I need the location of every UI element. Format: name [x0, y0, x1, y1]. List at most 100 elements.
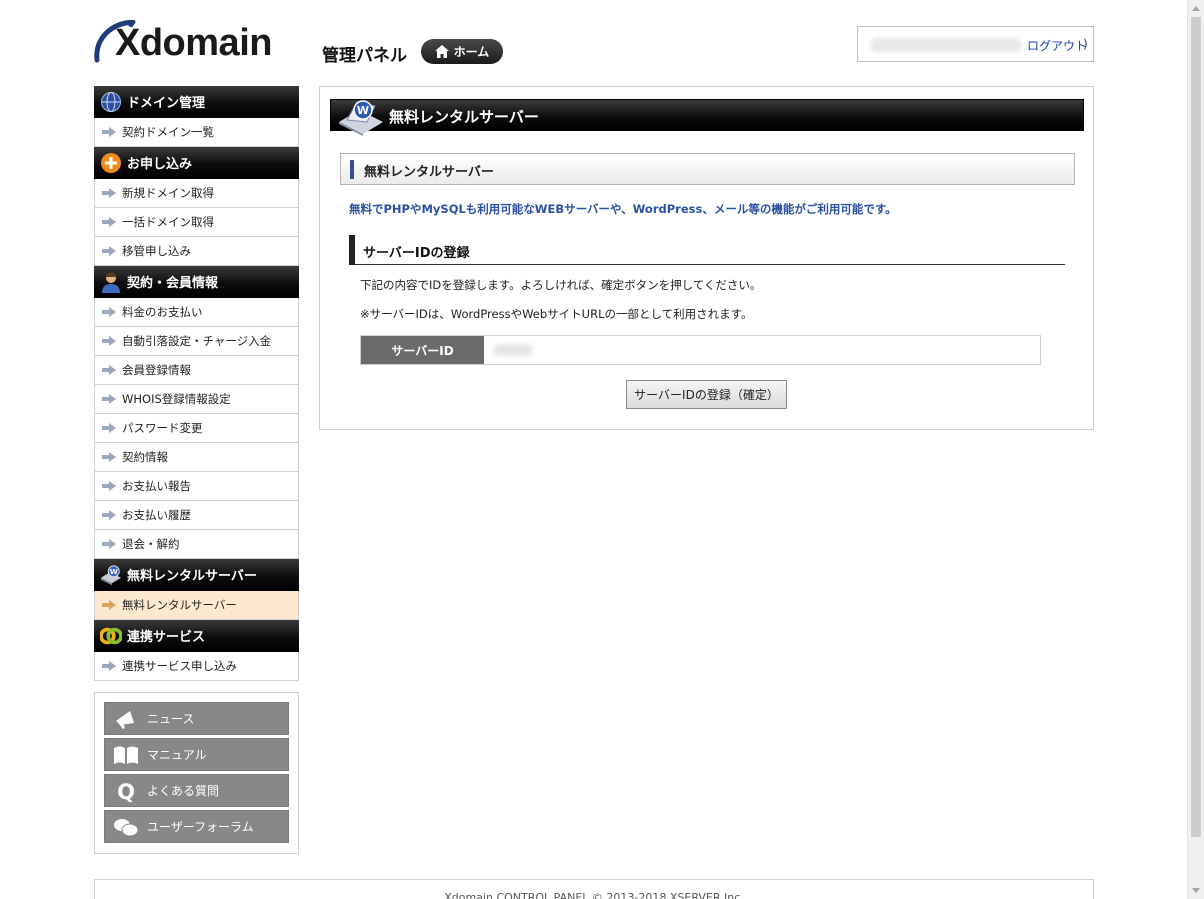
scroll-down-icon[interactable] [1192, 888, 1200, 893]
manual-button[interactable]: マニュアル [104, 738, 289, 771]
arrow-right-icon [102, 127, 116, 137]
chat-bubbles-icon [113, 815, 139, 839]
server-id-label: サーバーID [361, 336, 484, 364]
server-id-value-redacted [493, 344, 533, 356]
logo-text: Xdomain [115, 22, 272, 64]
user-email-redacted [870, 38, 1022, 52]
section-title-text: サーバーIDの登録 [363, 246, 470, 261]
user-info-box: ログアウト ) [857, 26, 1094, 62]
arrow-right-icon [102, 246, 116, 256]
arrow-right-icon [102, 510, 116, 520]
sidebar-item-label: お支払い履歴 [122, 508, 191, 522]
arrow-right-icon [102, 661, 116, 671]
book-icon [113, 743, 139, 767]
sidebar-item-payment-report[interactable]: お支払い報告 [94, 472, 299, 501]
section-title: サーバーIDの登録 [349, 235, 1065, 265]
news-label: ニュース [147, 712, 195, 726]
home-button[interactable]: ホーム [421, 39, 503, 64]
arrow-right-icon [102, 423, 116, 433]
footer: Xdomain CONTROL PANEL © 2013-2018 XSERVE… [94, 879, 1094, 899]
sidebar-item-label: 自動引落設定・チャージ入金 [122, 334, 272, 348]
arrow-right-icon [102, 365, 116, 375]
sidebar-item-label: 契約情報 [122, 450, 168, 464]
manual-label: マニュアル [147, 748, 207, 762]
sidebar-section-domain: ドメイン管理 [94, 86, 299, 118]
logout-suffix: ) [1083, 37, 1088, 51]
sidebar-item-label: 会員登録情報 [122, 363, 191, 377]
home-icon [434, 45, 449, 58]
help-links-box: ニュース マニュアル Q よくある質問 ユーザーフォーラム [94, 692, 299, 854]
main-header-title: 無料レンタルサーバー [389, 108, 539, 126]
arrow-right-icon [102, 481, 116, 491]
section-title: ドメイン管理 [127, 96, 206, 111]
user-icon [100, 271, 122, 293]
sidebar-item-label: お支払い報告 [122, 479, 191, 493]
server-icon: W [100, 564, 122, 586]
faq-button[interactable]: Q よくある質問 [104, 774, 289, 807]
sidebar-item-payment-history[interactable]: お支払い履歴 [94, 501, 299, 530]
section-title: お申し込み [127, 157, 193, 172]
sidebar-item-label: 移管申し込み [122, 244, 191, 258]
arrow-right-icon [102, 394, 116, 404]
service-description: 無料でPHPやMySQLも利用可能なWEBサーバーや、WordPress、メール… [349, 202, 897, 216]
question-icon: Q [113, 779, 139, 803]
sidebar-item-transfer[interactable]: 移管申し込み [94, 237, 299, 266]
server-id-row: サーバーID [360, 335, 1041, 365]
sidebar-item-new-domain[interactable]: 新規ドメイン取得 [94, 179, 299, 208]
sidebar-item-free-server[interactable]: 無料レンタルサーバー [94, 591, 299, 620]
sidebar-item-label: 新規ドメイン取得 [122, 186, 214, 200]
panel-title: 管理パネル [322, 46, 407, 66]
home-label: ホーム [453, 45, 490, 59]
logout-link[interactable]: ログアウト [1027, 37, 1087, 54]
sidebar-item-payment[interactable]: 料金のお支払い [94, 298, 299, 327]
news-button[interactable]: ニュース [104, 702, 289, 735]
sidebar-item-label: 契約ドメイン一覧 [122, 125, 214, 139]
sidebar-item-label: 一括ドメイン取得 [122, 215, 214, 229]
scroll-up-icon[interactable] [1192, 6, 1200, 11]
main-header: W 無料レンタルサーバー [330, 99, 1084, 136]
forum-label: ユーザーフォーラム [147, 820, 254, 834]
arrow-right-icon [102, 336, 116, 346]
sidebar-item-auto-debit[interactable]: 自動引落設定・チャージ入金 [94, 327, 299, 356]
instruction-text: 下記の内容でIDを登録します。よろしければ、確定ボタンを押してください。 [360, 278, 762, 292]
arrow-right-icon [102, 307, 116, 317]
box-title: 無料レンタルサーバー [340, 153, 1075, 185]
vertical-scrollbar[interactable] [1187, 0, 1204, 899]
scroll-thumb[interactable] [1191, 17, 1201, 837]
sidebar-section-account: 契約・会員情報 [94, 266, 299, 298]
server-icon: W [339, 100, 383, 136]
sidebar-item-whois[interactable]: WHOIS登録情報設定 [94, 385, 299, 414]
confirm-register-button[interactable]: サーバーIDの登録（確定） [626, 380, 787, 409]
arrow-right-icon [102, 600, 116, 610]
arrow-right-icon [102, 539, 116, 549]
sidebar-item-domain-list[interactable]: 契約ドメイン一覧 [94, 118, 299, 147]
sidebar-section-apply: お申し込み [94, 147, 299, 179]
forum-button[interactable]: ユーザーフォーラム [104, 810, 289, 843]
sidebar-item-password[interactable]: パスワード変更 [94, 414, 299, 443]
sidebar-section-linked-services: 連携サービス [94, 620, 299, 652]
svg-text:W: W [357, 104, 369, 117]
sidebar-item-bulk-domain[interactable]: 一括ドメイン取得 [94, 208, 299, 237]
link-icon [100, 625, 122, 647]
faq-label: よくある質問 [147, 784, 220, 798]
note-text: ※サーバーIDは、WordPressやWebサイトURLの一部として利用されます… [360, 307, 753, 321]
sidebar-item-label: 連携サービス申し込み [122, 659, 237, 673]
section-title: 連携サービス [127, 630, 206, 645]
sidebar-item-linked-apply[interactable]: 連携サービス申し込み [94, 652, 299, 681]
arrow-right-icon [102, 217, 116, 227]
svg-text:W: W [110, 567, 118, 576]
sidebar-item-contract-info[interactable]: 契約情報 [94, 443, 299, 472]
xdomain-logo[interactable]: Xdomain [93, 20, 308, 66]
globe-icon [100, 91, 122, 113]
plus-circle-icon [100, 152, 122, 174]
sidebar-item-label: 料金のお支払い [122, 305, 203, 319]
sidebar-item-label: 無料レンタルサーバー [122, 598, 237, 612]
sidebar-item-cancel[interactable]: 退会・解約 [94, 530, 299, 559]
box-title-text: 無料レンタルサーバー [364, 165, 494, 180]
title-accent-bar [350, 160, 354, 179]
sidebar-item-label: 退会・解約 [122, 537, 180, 551]
sidebar-item-label: WHOIS登録情報設定 [122, 392, 231, 406]
section-accent-bar [349, 235, 355, 265]
megaphone-icon [113, 707, 139, 731]
sidebar-item-member-info[interactable]: 会員登録情報 [94, 356, 299, 385]
